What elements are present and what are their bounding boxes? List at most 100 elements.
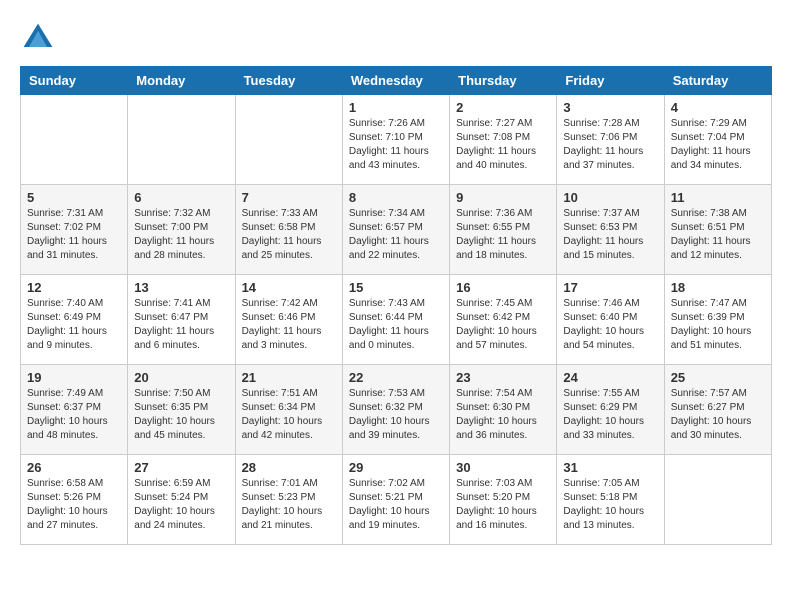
day-info: Sunrise: 7:49 AM Sunset: 6:37 PM Dayligh… bbox=[27, 387, 121, 443]
day-info: Sunrise: 7:57 AM Sunset: 6:27 PM Dayligh… bbox=[671, 387, 765, 443]
day-info: Sunrise: 7:37 AM Sunset: 6:53 PM Dayligh… bbox=[563, 207, 657, 263]
calendar-cell: 26 Sunrise: 6:58 AM Sunset: 5:26 PM Dayli… bbox=[21, 455, 128, 545]
day-info: Sunrise: 7:34 AM Sunset: 6:57 PM Dayligh… bbox=[349, 207, 443, 263]
calendar-cell bbox=[664, 455, 771, 545]
day-number: 30 bbox=[456, 460, 550, 475]
calendar-cell: 27 Sunrise: 6:59 AM Sunset: 5:24 PM Dayli… bbox=[128, 455, 235, 545]
day-info: Sunrise: 7:43 AM Sunset: 6:44 PM Dayligh… bbox=[349, 297, 443, 353]
calendar-cell: 19 Sunrise: 7:49 AM Sunset: 6:37 PM Dayli… bbox=[21, 365, 128, 455]
weekday-header-tuesday: Tuesday bbox=[235, 67, 342, 95]
weekday-header-row: SundayMondayTuesdayWednesdayThursdayFrid… bbox=[21, 67, 772, 95]
day-info: Sunrise: 7:54 AM Sunset: 6:30 PM Dayligh… bbox=[456, 387, 550, 443]
day-number: 15 bbox=[349, 280, 443, 295]
day-info: Sunrise: 7:55 AM Sunset: 6:29 PM Dayligh… bbox=[563, 387, 657, 443]
day-info: Sunrise: 7:41 AM Sunset: 6:47 PM Dayligh… bbox=[134, 297, 228, 353]
calendar-cell: 2Sunrise: 7:27 AM Sunset: 7:08 PM Daylig… bbox=[450, 95, 557, 185]
calendar-cell: 17 Sunrise: 7:46 AM Sunset: 6:40 PM Dayli… bbox=[557, 275, 664, 365]
calendar-cell: 5 Sunrise: 7:31 AM Sunset: 7:02 PM Daylig… bbox=[21, 185, 128, 275]
weekday-header-monday: Monday bbox=[128, 67, 235, 95]
day-number: 4 bbox=[671, 100, 765, 115]
day-info: Sunrise: 7:47 AM Sunset: 6:39 PM Dayligh… bbox=[671, 297, 765, 353]
day-info: Sunrise: 7:53 AM Sunset: 6:32 PM Dayligh… bbox=[349, 387, 443, 443]
weekday-header-sunday: Sunday bbox=[21, 67, 128, 95]
day-info: Sunrise: 7:28 AM Sunset: 7:06 PM Dayligh… bbox=[563, 117, 657, 173]
day-info: Sunrise: 7:01 AM Sunset: 5:23 PM Dayligh… bbox=[242, 477, 336, 533]
calendar-cell: 3 Sunrise: 7:28 AM Sunset: 7:06 PM Daylig… bbox=[557, 95, 664, 185]
day-info: Sunrise: 7:36 AM Sunset: 6:55 PM Dayligh… bbox=[456, 207, 550, 263]
day-number: 17 bbox=[563, 280, 657, 295]
calendar-cell: 22 Sunrise: 7:53 AM Sunset: 6:32 PM Dayli… bbox=[342, 365, 449, 455]
calendar-cell: 12 Sunrise: 7:40 AM Sunset: 6:49 PM Dayli… bbox=[21, 275, 128, 365]
day-number: 23 bbox=[456, 370, 550, 385]
day-number: 18 bbox=[671, 280, 765, 295]
calendar-week-1: 1 Sunrise: 7:26 AM Sunset: 7:10 PM Daylig… bbox=[21, 95, 772, 185]
calendar-week-5: 26 Sunrise: 6:58 AM Sunset: 5:26 PM Dayli… bbox=[21, 455, 772, 545]
day-info: Sunrise: 7:29 AM Sunset: 7:04 PM Dayligh… bbox=[671, 117, 765, 173]
calendar-cell: 18 Sunrise: 7:47 AM Sunset: 6:39 PM Dayli… bbox=[664, 275, 771, 365]
day-info: Sunrise: 7:46 AM Sunset: 6:40 PM Dayligh… bbox=[563, 297, 657, 353]
day-number: 28 bbox=[242, 460, 336, 475]
day-info: Sunrise: 7:03 AM Sunset: 5:20 PM Dayligh… bbox=[456, 477, 550, 533]
day-info: Sunrise: 7:33 AM Sunset: 6:58 PM Dayligh… bbox=[242, 207, 336, 263]
day-number: 24 bbox=[563, 370, 657, 385]
calendar-cell: 1 Sunrise: 7:26 AM Sunset: 7:10 PM Daylig… bbox=[342, 95, 449, 185]
calendar-cell: 7 Sunrise: 7:33 AM Sunset: 6:58 PM Daylig… bbox=[235, 185, 342, 275]
calendar-cell bbox=[21, 95, 128, 185]
calendar-table: SundayMondayTuesdayWednesdayThursdayFrid… bbox=[20, 66, 772, 545]
calendar-cell: 8 Sunrise: 7:34 AM Sunset: 6:57 PM Daylig… bbox=[342, 185, 449, 275]
calendar-cell: 10 Sunrise: 7:37 AM Sunset: 6:53 PM Dayli… bbox=[557, 185, 664, 275]
calendar-cell: 29Sunrise: 7:02 AM Sunset: 5:21 PM Dayli… bbox=[342, 455, 449, 545]
day-info: Sunrise: 7:40 AM Sunset: 6:49 PM Dayligh… bbox=[27, 297, 121, 353]
calendar-cell: 9 Sunrise: 7:36 AM Sunset: 6:55 PM Daylig… bbox=[450, 185, 557, 275]
weekday-header-wednesday: Wednesday bbox=[342, 67, 449, 95]
day-number: 6 bbox=[134, 190, 228, 205]
weekday-header-thursday: Thursday bbox=[450, 67, 557, 95]
calendar-week-2: 5 Sunrise: 7:31 AM Sunset: 7:02 PM Daylig… bbox=[21, 185, 772, 275]
day-number: 26 bbox=[27, 460, 121, 475]
calendar-cell: 6 Sunrise: 7:32 AM Sunset: 7:00 PM Daylig… bbox=[128, 185, 235, 275]
calendar-cell: 11 Sunrise: 7:38 AM Sunset: 6:51 PM Dayli… bbox=[664, 185, 771, 275]
day-info: Sunrise: 7:42 AM Sunset: 6:46 PM Dayligh… bbox=[242, 297, 336, 353]
day-number: 1 bbox=[349, 100, 443, 115]
calendar-cell: 13Sunrise: 7:41 AM Sunset: 6:47 PM Dayli… bbox=[128, 275, 235, 365]
calendar-cell bbox=[235, 95, 342, 185]
day-number: 27 bbox=[134, 460, 228, 475]
day-number: 5 bbox=[27, 190, 121, 205]
calendar-cell: 31Sunrise: 7:05 AM Sunset: 5:18 PM Dayli… bbox=[557, 455, 664, 545]
day-number: 9 bbox=[456, 190, 550, 205]
day-number: 10 bbox=[563, 190, 657, 205]
day-info: Sunrise: 7:02 AM Sunset: 5:21 PM Dayligh… bbox=[349, 477, 443, 533]
weekday-header-saturday: Saturday bbox=[664, 67, 771, 95]
day-number: 7 bbox=[242, 190, 336, 205]
calendar-week-3: 12 Sunrise: 7:40 AM Sunset: 6:49 PM Dayli… bbox=[21, 275, 772, 365]
calendar-cell: 23 Sunrise: 7:54 AM Sunset: 6:30 PM Dayli… bbox=[450, 365, 557, 455]
day-number: 8 bbox=[349, 190, 443, 205]
day-number: 22 bbox=[349, 370, 443, 385]
day-info: Sunrise: 7:31 AM Sunset: 7:02 PM Dayligh… bbox=[27, 207, 121, 263]
day-number: 12 bbox=[27, 280, 121, 295]
day-info: Sunrise: 7:26 AM Sunset: 7:10 PM Dayligh… bbox=[349, 117, 443, 173]
day-number: 2 bbox=[456, 100, 550, 115]
logo bbox=[20, 20, 62, 56]
calendar-cell: 16Sunrise: 7:45 AM Sunset: 6:42 PM Dayli… bbox=[450, 275, 557, 365]
day-info: Sunrise: 6:58 AM Sunset: 5:26 PM Dayligh… bbox=[27, 477, 121, 533]
day-info: Sunrise: 7:32 AM Sunset: 7:00 PM Dayligh… bbox=[134, 207, 228, 263]
day-number: 11 bbox=[671, 190, 765, 205]
day-number: 16 bbox=[456, 280, 550, 295]
calendar-cell: 14 Sunrise: 7:42 AM Sunset: 6:46 PM Dayli… bbox=[235, 275, 342, 365]
day-number: 14 bbox=[242, 280, 336, 295]
day-number: 25 bbox=[671, 370, 765, 385]
weekday-header-friday: Friday bbox=[557, 67, 664, 95]
day-info: Sunrise: 6:59 AM Sunset: 5:24 PM Dayligh… bbox=[134, 477, 228, 533]
day-info: Sunrise: 7:50 AM Sunset: 6:35 PM Dayligh… bbox=[134, 387, 228, 443]
page-header bbox=[20, 20, 772, 56]
day-info: Sunrise: 7:05 AM Sunset: 5:18 PM Dayligh… bbox=[563, 477, 657, 533]
day-number: 3 bbox=[563, 100, 657, 115]
calendar-cell: 25 Sunrise: 7:57 AM Sunset: 6:27 PM Dayli… bbox=[664, 365, 771, 455]
calendar-cell: 30 Sunrise: 7:03 AM Sunset: 5:20 PM Dayli… bbox=[450, 455, 557, 545]
day-number: 19 bbox=[27, 370, 121, 385]
calendar-cell: 4 Sunrise: 7:29 AM Sunset: 7:04 PM Daylig… bbox=[664, 95, 771, 185]
logo-icon bbox=[20, 20, 56, 56]
calendar-cell: 21Sunrise: 7:51 AM Sunset: 6:34 PM Dayli… bbox=[235, 365, 342, 455]
day-info: Sunrise: 7:38 AM Sunset: 6:51 PM Dayligh… bbox=[671, 207, 765, 263]
